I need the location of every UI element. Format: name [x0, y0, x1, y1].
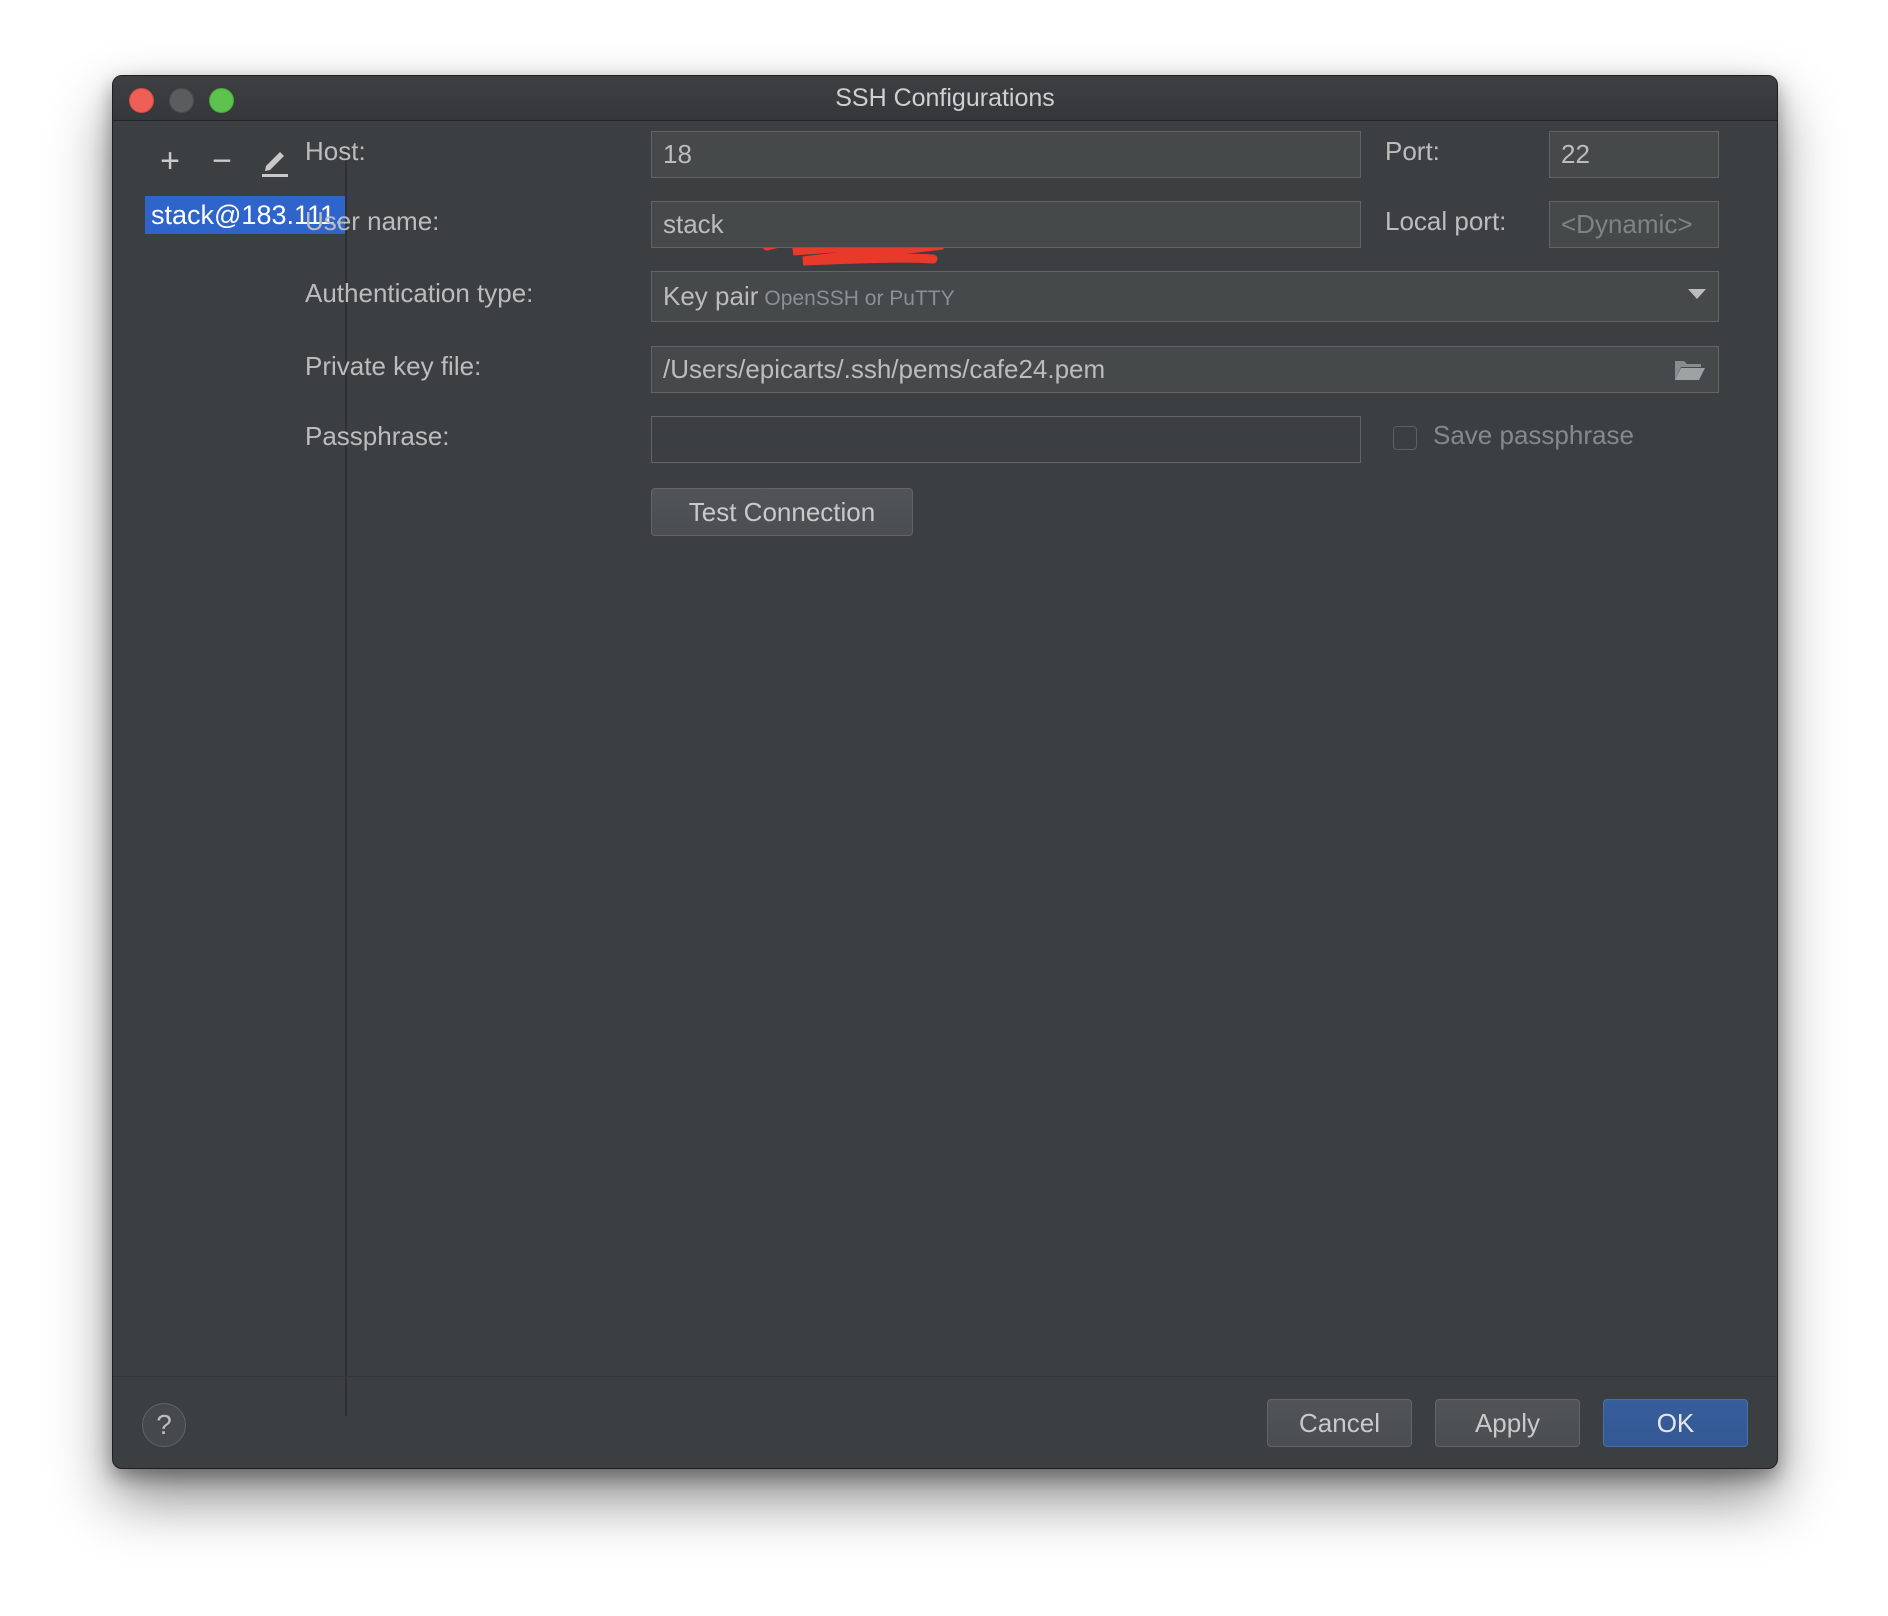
sidebar-divider [345, 146, 347, 1416]
folder-open-icon[interactable] [1674, 359, 1706, 381]
ssh-configurations-dialog: SSH Configurations + − stack@183.111.1 H… [112, 75, 1778, 1469]
username-label: User name: [305, 206, 440, 236]
apply-button[interactable]: Apply [1435, 1399, 1580, 1447]
host-label: Host: [305, 136, 366, 166]
test-connection-button[interactable]: Test Connection [651, 488, 913, 536]
title-bar: SSH Configurations [113, 76, 1777, 121]
save-passphrase-checkbox[interactable] [1393, 426, 1417, 450]
chevron-down-icon [1688, 289, 1706, 299]
plus-icon[interactable]: + [153, 144, 187, 178]
host-value: 18 [663, 139, 692, 169]
passphrase-label: Passphrase: [305, 421, 450, 451]
ok-button[interactable]: OK [1603, 1399, 1748, 1447]
private-key-field[interactable]: /Users/epicarts/.ssh/pems/cafe24.pem [651, 346, 1719, 393]
local-port-field[interactable]: <Dynamic> [1549, 201, 1719, 248]
save-passphrase-label[interactable]: Save passphrase [1433, 420, 1634, 451]
pencil-icon[interactable] [258, 144, 292, 184]
port-field[interactable]: 22 [1549, 131, 1719, 178]
port-label: Port: [1385, 136, 1440, 166]
private-key-value: /Users/epicarts/.ssh/pems/cafe24.pem [663, 354, 1106, 384]
passphrase-field[interactable] [651, 416, 1361, 463]
footer-divider [113, 1376, 1777, 1377]
auth-type-value: Key pair [663, 281, 759, 311]
username-field[interactable]: stack [651, 201, 1361, 248]
auth-type-dropdown[interactable]: Key pair OpenSSH or PuTTY [651, 271, 1719, 322]
cancel-button[interactable]: Cancel [1267, 1399, 1412, 1447]
auth-type-label: Authentication type: [305, 278, 534, 308]
private-key-label: Private key file: [305, 351, 482, 381]
window-title: SSH Configurations [835, 84, 1055, 112]
auth-type-hint: OpenSSH or PuTTY [764, 287, 955, 310]
minus-icon[interactable]: − [205, 144, 239, 178]
local-port-label: Local port: [1385, 206, 1507, 236]
host-field[interactable]: 18 [651, 131, 1361, 178]
help-button[interactable]: ? [142, 1403, 186, 1447]
